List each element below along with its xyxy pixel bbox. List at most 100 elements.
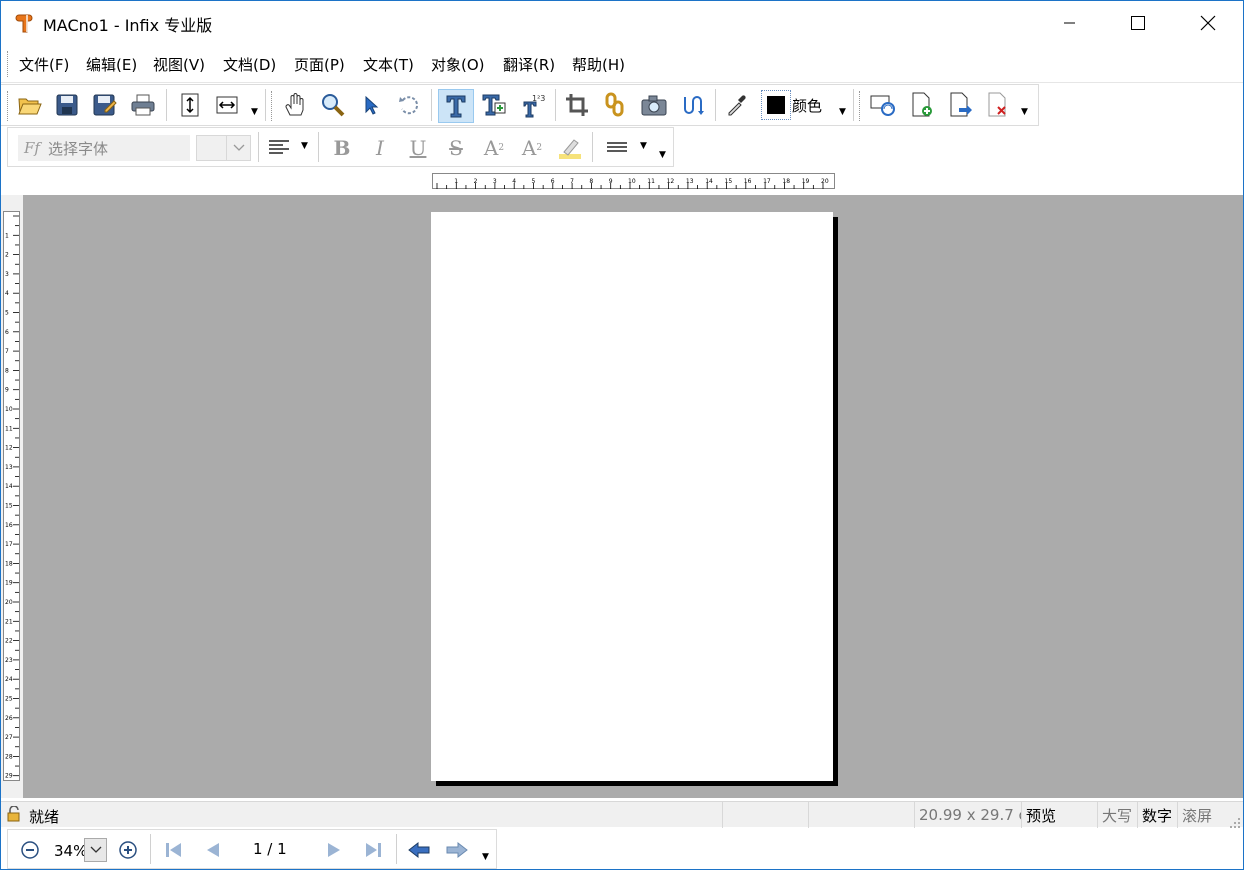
- ruler-label: 12: [667, 178, 675, 185]
- ruler-label: 29: [5, 773, 13, 780]
- font-size-select[interactable]: [196, 135, 251, 161]
- bold-icon[interactable]: B: [328, 134, 356, 162]
- forward-icon[interactable]: [444, 838, 470, 862]
- menu-help[interactable]: 帮助(H): [572, 54, 625, 75]
- ruler-label: 23: [5, 657, 13, 664]
- open-icon[interactable]: [16, 91, 44, 119]
- zoom-out-icon[interactable]: [18, 838, 42, 862]
- superscript-icon[interactable]: A2: [480, 134, 508, 162]
- minimize-button[interactable]: [1047, 1, 1093, 45]
- ruler-label: 19: [5, 580, 13, 587]
- add-page-icon[interactable]: [907, 91, 937, 119]
- color-label[interactable]: 颜色: [792, 95, 822, 116]
- italic-icon[interactable]: I: [366, 134, 394, 162]
- prev-page-icon[interactable]: [201, 838, 225, 862]
- menu-document[interactable]: 文档(D): [223, 54, 276, 75]
- ruler-label: 24: [5, 676, 13, 683]
- zoom-chevron-down-icon[interactable]: [84, 838, 107, 862]
- flow-icon[interactable]: [679, 91, 707, 119]
- color-dropdown-icon[interactable]: ▼: [839, 107, 846, 117]
- title-bar[interactable]: MACno1 - Infix 专业版: [1, 1, 1243, 45]
- page-dropdown-icon[interactable]: ▼: [1021, 107, 1028, 117]
- line-style-dropdown-icon[interactable]: ▼: [640, 141, 647, 151]
- replace-page-icon[interactable]: [867, 91, 899, 119]
- toolbar-grip[interactable]: [7, 91, 10, 121]
- align-left-icon[interactable]: [266, 134, 292, 160]
- menu-translate[interactable]: 翻译(R): [503, 54, 555, 75]
- document-page[interactable]: [431, 212, 833, 781]
- highlight-icon[interactable]: [556, 134, 584, 162]
- save-icon[interactable]: [53, 91, 81, 119]
- zoom-icon[interactable]: [319, 91, 347, 119]
- crop-icon[interactable]: [562, 91, 592, 119]
- page-indicator[interactable]: 1 / 1: [253, 840, 287, 858]
- save-as-icon[interactable]: [91, 91, 119, 119]
- ruler-label: 9: [609, 178, 613, 185]
- menubar-grip[interactable]: [7, 51, 10, 77]
- ruler-label: 13: [686, 178, 694, 185]
- ruler-label: 27: [5, 734, 13, 741]
- lock-icon: [7, 805, 21, 822]
- add-text-icon[interactable]: [479, 91, 509, 119]
- ruler-label: 1: [5, 232, 9, 239]
- print-icon[interactable]: [129, 91, 157, 119]
- ruler-label: 25: [5, 696, 13, 703]
- text-tool-icon[interactable]: [438, 89, 474, 123]
- menu-edit[interactable]: 编辑(E): [86, 54, 137, 75]
- ruler-label: 7: [5, 348, 9, 355]
- ruler-label: 10: [628, 178, 636, 185]
- fit-width-icon[interactable]: [213, 91, 243, 119]
- font-placeholder: 选择字体: [47, 139, 108, 158]
- hand-icon[interactable]: [281, 91, 309, 119]
- numbering-icon[interactable]: 1²3: [519, 91, 547, 119]
- insert-page-icon[interactable]: [945, 91, 975, 119]
- strikethrough-icon[interactable]: S: [442, 134, 470, 162]
- ruler-label: 26: [5, 715, 13, 722]
- menu-file[interactable]: 文件(F): [19, 54, 69, 75]
- menu-page[interactable]: 页面(P): [294, 54, 345, 75]
- ruler-label: 8: [5, 367, 9, 374]
- ruler-label: 12: [5, 445, 13, 452]
- fit-dropdown-icon[interactable]: ▼: [251, 107, 258, 117]
- eyedropper-icon[interactable]: [723, 91, 751, 119]
- ruler-label: 5: [532, 178, 536, 185]
- status-page-size: 20.99 x 29.7 c: [914, 802, 1021, 828]
- first-page-icon[interactable]: [162, 838, 186, 862]
- ruler-label: 18: [782, 178, 790, 185]
- line-style-icon[interactable]: [604, 134, 630, 160]
- chevron-down-icon[interactable]: [226, 136, 250, 160]
- status-caps: 大写: [1097, 802, 1137, 828]
- link-icon[interactable]: [601, 91, 629, 119]
- ruler-label: 11: [647, 178, 655, 185]
- align-dropdown-icon[interactable]: ▼: [301, 141, 308, 151]
- color-swatch-fill: [767, 96, 785, 114]
- fit-height-icon[interactable]: [176, 91, 204, 119]
- menu-object[interactable]: 对象(O): [431, 54, 485, 75]
- color-swatch[interactable]: [761, 90, 791, 120]
- last-page-icon[interactable]: [361, 838, 385, 862]
- status-blank-1: [722, 802, 808, 828]
- resize-grip-icon[interactable]: [1229, 814, 1241, 828]
- select-arrow-icon[interactable]: [357, 91, 385, 119]
- underline-icon[interactable]: U: [404, 134, 432, 162]
- format-more-icon[interactable]: ▼: [659, 150, 666, 160]
- nav-more-icon[interactable]: ▼: [482, 852, 489, 862]
- ruler-label: 20: [821, 178, 829, 185]
- window-title: MACno1 - Infix 专业版: [43, 16, 213, 35]
- ruler-label: 4: [512, 178, 516, 185]
- navigation-toolbar: 34% 1 / 1 ▼: [7, 829, 497, 869]
- camera-icon[interactable]: [639, 91, 669, 119]
- close-button[interactable]: [1185, 1, 1231, 45]
- font-select[interactable]: Ff 选择字体: [18, 135, 190, 161]
- subscript-icon[interactable]: A2: [518, 134, 546, 162]
- menu-view[interactable]: 视图(V): [153, 54, 205, 75]
- delete-page-icon[interactable]: [983, 91, 1013, 119]
- ruler-label: 16: [5, 522, 13, 529]
- menu-text[interactable]: 文本(T): [363, 54, 414, 75]
- next-page-icon[interactable]: [322, 838, 346, 862]
- maximize-button[interactable]: [1115, 1, 1161, 45]
- zoom-in-icon[interactable]: [116, 838, 140, 862]
- document-workspace[interactable]: [23, 195, 1243, 798]
- rotate-icon[interactable]: [395, 91, 423, 119]
- back-icon[interactable]: [406, 838, 432, 862]
